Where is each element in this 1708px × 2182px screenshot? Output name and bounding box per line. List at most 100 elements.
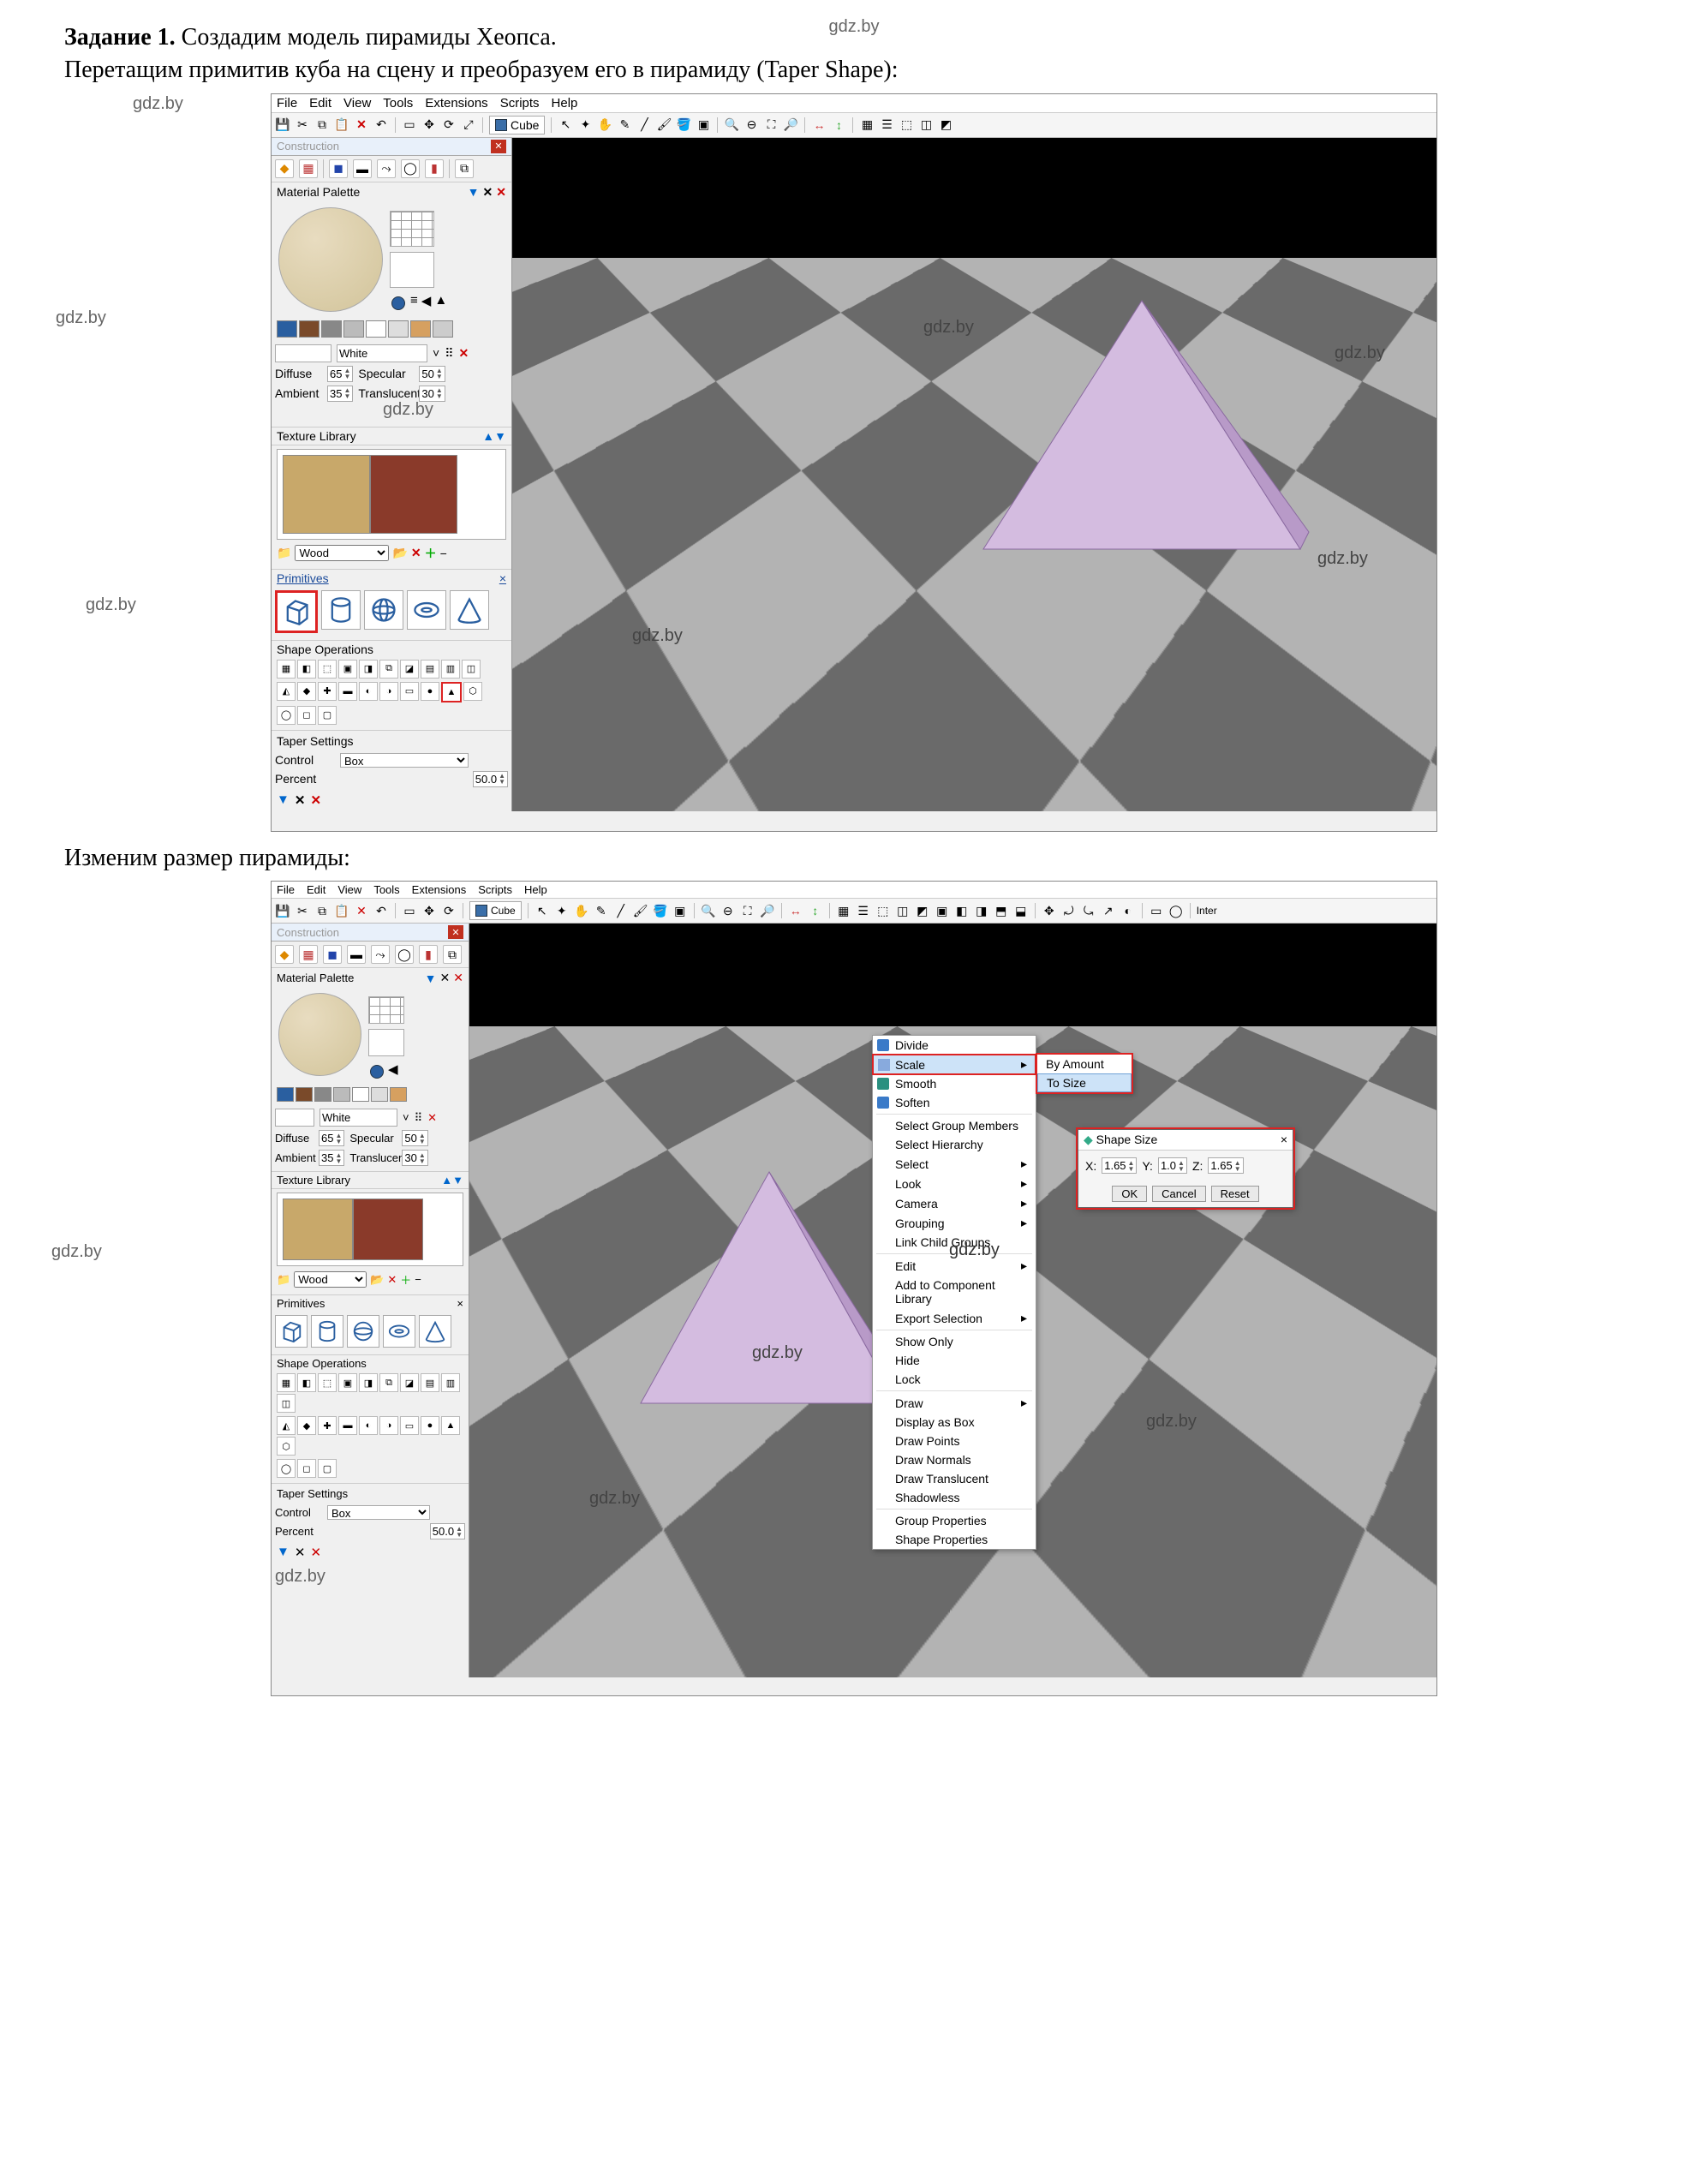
op-icon[interactable]: ◑	[379, 682, 398, 701]
ctx-scale[interactable]: Scale▸	[873, 1055, 1036, 1074]
x-spin[interactable]: 1.65▲▼	[1102, 1157, 1137, 1174]
ctx-look[interactable]: Look▸	[873, 1174, 1036, 1193]
percent-spin[interactable]: 50.0▲▼	[430, 1523, 465, 1539]
swatch-tan[interactable]	[410, 320, 431, 338]
swatch[interactable]	[296, 1087, 313, 1102]
menu-view[interactable]: View	[337, 883, 361, 896]
grid-icon[interactable]: ▦	[859, 117, 875, 133]
ctx-display-box[interactable]: Display as Box	[873, 1413, 1036, 1432]
op-icon[interactable]: ◐	[359, 682, 378, 701]
menu-scripts[interactable]: Scripts	[500, 96, 540, 111]
fit-icon[interactable]: ⛶	[763, 117, 779, 133]
primitive-torus[interactable]	[407, 590, 446, 630]
line-icon[interactable]: ╱	[636, 117, 652, 133]
object-name[interactable]: Cube	[469, 901, 522, 920]
search-icon[interactable]: 🔎	[760, 903, 775, 918]
tab-copy-icon[interactable]: ⧉	[443, 945, 462, 964]
delete-icon[interactable]: ✕	[483, 185, 493, 200]
palette-icon[interactable]: ⠿	[415, 1111, 423, 1125]
op-icon[interactable]: ▢	[318, 1459, 337, 1478]
hand-icon[interactable]: ✋	[574, 903, 589, 918]
ctx-shadowless[interactable]: Shadowless	[873, 1488, 1036, 1507]
mini-grid-2[interactable]	[390, 252, 434, 288]
folder-icon[interactable]: 📁	[277, 1273, 290, 1287]
specular-spin[interactable]: 50▲▼	[419, 366, 445, 382]
tab-cyl-icon[interactable]: ▬	[353, 159, 372, 178]
translucent-spin[interactable]: 30▲▼	[402, 1150, 427, 1166]
tab-palette-icon[interactable]: ◆	[275, 159, 294, 178]
delete-icon[interactable]: ✕	[387, 1273, 397, 1287]
tab-bricks-icon[interactable]: ▦	[299, 159, 318, 178]
texture-sand[interactable]	[283, 1199, 353, 1260]
op-icon[interactable]: ⬚	[318, 660, 337, 679]
close-icon[interactable]: ✕	[448, 925, 463, 939]
extra-icon[interactable]: ◨	[974, 903, 989, 918]
cut-icon[interactable]: ✂	[295, 903, 310, 918]
ctx-select-group[interactable]: Select Group Members	[873, 1116, 1036, 1135]
y-spin[interactable]: 1.0▲▼	[1158, 1157, 1187, 1174]
extra-icon[interactable]: ▣	[935, 903, 950, 918]
tab-ring-icon[interactable]: ◯	[401, 159, 420, 178]
swatch-gray[interactable]	[321, 320, 342, 338]
equalizer-icon[interactable]: ≡	[410, 293, 418, 314]
tab-cube-icon[interactable]: ◼	[323, 945, 342, 964]
op-icon[interactable]: ◧	[297, 1373, 316, 1392]
diffuse-spin[interactable]: 65▲▼	[319, 1130, 344, 1146]
texture-category-select[interactable]: Wood	[295, 545, 389, 561]
menu-view[interactable]: View	[343, 96, 371, 111]
ambient-spin[interactable]: 35▲▼	[319, 1150, 344, 1166]
op-icon[interactable]: ◆	[297, 1416, 316, 1435]
dropdown-icon[interactable]: ˅	[433, 346, 439, 360]
op-icon[interactable]: ⧉	[379, 660, 398, 679]
cursor-icon[interactable]: ↖	[558, 117, 573, 133]
swatch-gray2[interactable]	[433, 320, 453, 338]
op-icon[interactable]: ◯	[277, 1459, 296, 1478]
extra-icon[interactable]: ↗	[1101, 903, 1116, 918]
triangle-icon[interactable]: ◀	[388, 1061, 398, 1082]
ctx-group-props[interactable]: Group Properties	[873, 1511, 1036, 1530]
grid-icon[interactable]: ▦	[836, 903, 851, 918]
folder-icon[interactable]: 📁	[277, 546, 291, 560]
ctx-to-size[interactable]: To Size	[1037, 1073, 1132, 1092]
op-icon[interactable]: ▦	[277, 1373, 296, 1392]
delete-icon[interactable]: ✕	[295, 1545, 306, 1560]
tab-ext-icon[interactable]: ▮	[425, 159, 444, 178]
mini-grid-2[interactable]	[368, 1029, 404, 1056]
menu-help[interactable]: Help	[552, 96, 578, 111]
material-unused-input[interactable]	[275, 344, 331, 362]
chevron-down-icon[interactable]: ▼	[277, 1545, 290, 1560]
extra-icon[interactable]: ⤿	[1081, 903, 1096, 918]
undo-icon[interactable]: ↶	[373, 117, 389, 133]
primitive-cone[interactable]	[419, 1315, 451, 1348]
delete-icon[interactable]: ✕	[440, 971, 451, 985]
ctx-add-component[interactable]: Add to Component Library	[873, 1276, 1036, 1308]
tab-path-icon[interactable]: ⤳	[377, 159, 396, 178]
translucent-spin[interactable]: 30▲▼	[419, 386, 445, 402]
material-unused-input[interactable]	[275, 1109, 314, 1127]
extra-icon[interactable]: ⤾	[1061, 903, 1077, 918]
op-icon[interactable]: ◻	[297, 706, 316, 725]
op-icon[interactable]: ◑	[379, 1416, 398, 1435]
tab-path-icon[interactable]: ⤳	[371, 945, 390, 964]
menu-extensions[interactable]: Extensions	[425, 96, 487, 111]
layers-icon[interactable]: ☰	[856, 903, 871, 918]
hand-icon[interactable]: ✋	[597, 117, 612, 133]
save-icon[interactable]: 💾	[275, 903, 290, 918]
op-icon[interactable]: ⬚	[318, 1373, 337, 1392]
swatch[interactable]	[371, 1087, 388, 1102]
op-icon[interactable]: ▦	[277, 660, 296, 679]
swatch-lgray[interactable]	[343, 320, 364, 338]
minus-icon[interactable]: −	[440, 547, 447, 560]
solid-icon[interactable]: ◫	[918, 117, 934, 133]
tab-cyl-icon[interactable]: ▬	[347, 945, 366, 964]
bucket-icon[interactable]: 🪣	[653, 903, 668, 918]
ctx-show-only[interactable]: Show Only	[873, 1332, 1036, 1351]
op-taper-highlighted[interactable]: ▲	[441, 682, 462, 702]
extra-icon[interactable]: ⬒	[994, 903, 1009, 918]
move-icon[interactable]: ✥	[421, 117, 437, 133]
select-icon[interactable]: ▭	[402, 903, 417, 918]
pencil-icon[interactable]: ✎	[594, 903, 609, 918]
z-spin[interactable]: 1.65▲▼	[1208, 1157, 1243, 1174]
pencil-icon[interactable]: ✎	[617, 117, 632, 133]
extra-icon[interactable]: ⬓	[1013, 903, 1029, 918]
